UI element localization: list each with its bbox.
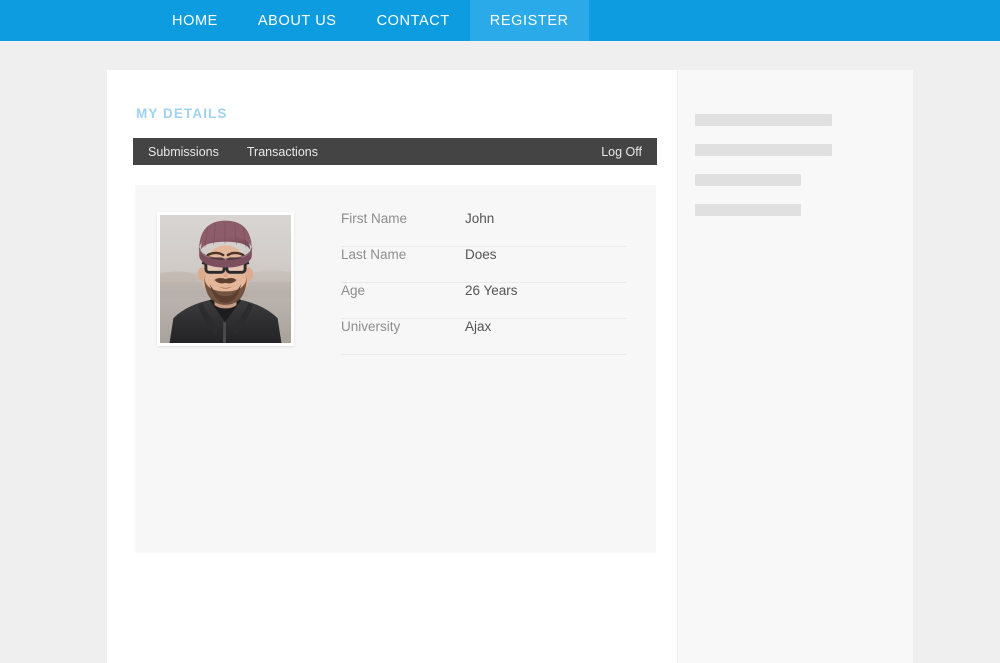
detail-value-age: 26 Years bbox=[465, 283, 518, 298]
right-sidebar bbox=[677, 70, 913, 663]
details-table: First Name John Last Name Does Age 26 Ye… bbox=[341, 211, 626, 355]
page-container: MY DETAILS Submissions Transactions Log … bbox=[107, 70, 913, 663]
detail-value-last-name: Does bbox=[465, 247, 497, 262]
detail-value-first-name: John bbox=[465, 211, 495, 226]
detail-label-last-name: Last Name bbox=[341, 247, 407, 262]
tab-transactions[interactable]: Transactions bbox=[233, 145, 332, 159]
log-off-button[interactable]: Log Off bbox=[587, 145, 657, 159]
detail-label-university: University bbox=[341, 319, 401, 334]
tab-submissions[interactable]: Submissions bbox=[133, 145, 233, 159]
top-navigation-bar: HOME ABOUT US CONTACT REGISTER bbox=[0, 0, 1000, 41]
nav-item-contact[interactable]: CONTACT bbox=[357, 0, 470, 41]
detail-label-first-name: First Name bbox=[341, 211, 408, 226]
main-content-column: MY DETAILS Submissions Transactions Log … bbox=[107, 70, 677, 663]
nav-item-about-us[interactable]: ABOUT US bbox=[238, 0, 357, 41]
placeholder-bar-2 bbox=[695, 144, 832, 156]
table-row: Last Name Does bbox=[341, 247, 626, 283]
table-row: First Name John bbox=[341, 211, 626, 247]
secondary-tab-bar: Submissions Transactions Log Off bbox=[133, 138, 657, 165]
placeholder-bar-1 bbox=[695, 114, 832, 126]
nav-item-home[interactable]: HOME bbox=[152, 0, 238, 41]
avatar bbox=[157, 212, 294, 346]
nav-left-spacer bbox=[0, 0, 152, 41]
detail-value-university: Ajax bbox=[465, 319, 492, 334]
table-row: University Ajax bbox=[341, 319, 626, 355]
profile-photo bbox=[160, 215, 291, 343]
placeholder-bar-4 bbox=[695, 204, 801, 216]
table-row: Age 26 Years bbox=[341, 283, 626, 319]
page-title: MY DETAILS bbox=[136, 106, 228, 121]
profile-card: First Name John Last Name Does Age 26 Ye… bbox=[135, 185, 656, 553]
detail-label-age: Age bbox=[341, 283, 366, 298]
placeholder-bar-3 bbox=[695, 174, 801, 186]
nav-item-register[interactable]: REGISTER bbox=[469, 0, 589, 41]
